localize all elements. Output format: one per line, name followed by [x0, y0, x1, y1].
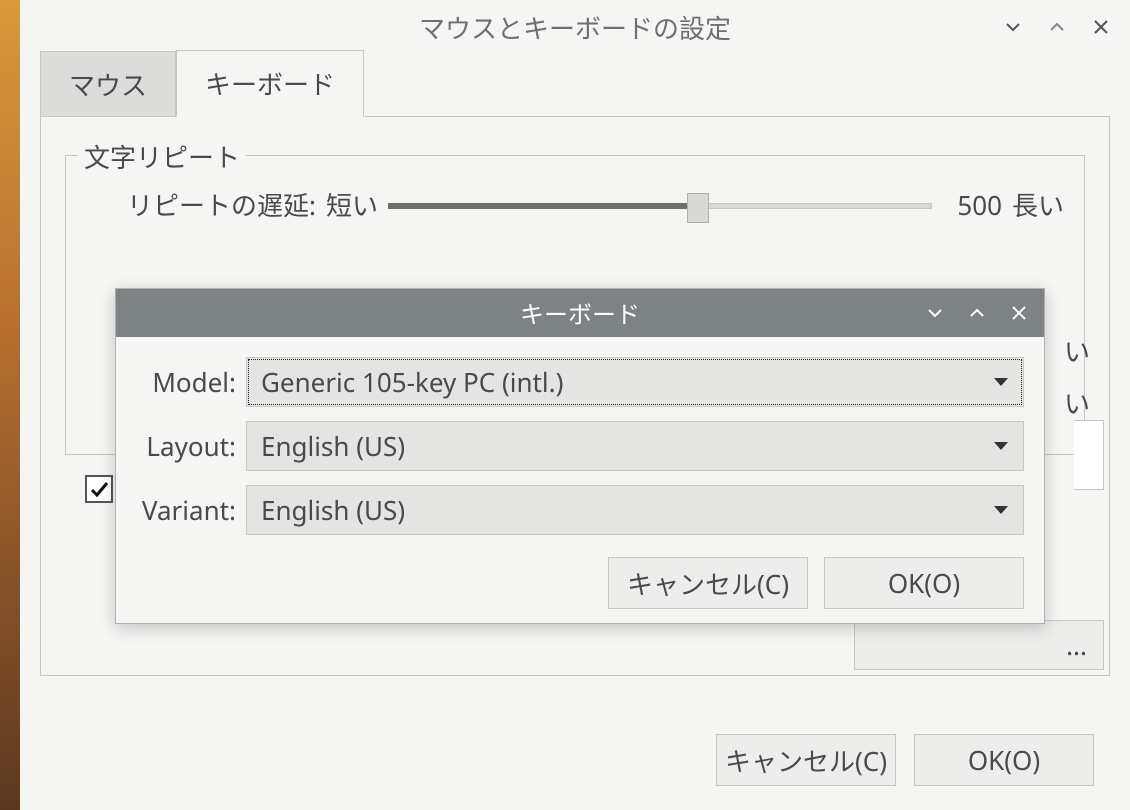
obscured-long-1: い — [1064, 332, 1090, 369]
repeat-delay-long-label: 長い — [1012, 186, 1064, 223]
obscured-long-2: い — [1064, 384, 1090, 421]
window-title: マウスとキーボードの設定 — [419, 9, 731, 46]
variant-row: Variant: English (US) — [136, 485, 1024, 535]
window-ok-button[interactable]: OK(O) — [914, 734, 1094, 786]
repeat-delay-slider[interactable] — [388, 193, 932, 217]
slider-fill — [388, 203, 687, 209]
keyboard-layout-dialog: キーボード Model: Generic 105-key PC (intl.) — [115, 288, 1045, 624]
model-value: Generic 105-key PC (intl.) — [261, 364, 563, 400]
chevron-down-icon — [993, 377, 1009, 387]
window-ok-label: OK(O) — [968, 742, 1040, 778]
obscured-layout-button[interactable]: ... — [854, 620, 1104, 670]
layout-value: English (US) — [261, 428, 405, 464]
beep-checkbox[interactable] — [85, 475, 113, 503]
dialog-cancel-button[interactable]: キャンセル(C) — [608, 557, 808, 609]
window-cancel-label: キャンセル(C) — [725, 742, 887, 779]
close-icon[interactable] — [1090, 16, 1112, 38]
chevron-down-icon — [993, 505, 1009, 515]
dialog-title: キーボード — [520, 295, 640, 331]
layout-label: Layout: — [136, 428, 246, 464]
window-controls — [1002, 0, 1112, 54]
variant-combobox[interactable]: English (US) — [246, 485, 1024, 535]
obscured-textfield[interactable] — [1074, 420, 1104, 490]
slider-thumb[interactable] — [687, 193, 709, 223]
repeat-delay-value: 500 — [942, 187, 1002, 223]
dialog-body: Model: Generic 105-key PC (intl.) Layout… — [116, 337, 1044, 623]
maximize-icon[interactable] — [1046, 16, 1068, 38]
model-label: Model: — [136, 364, 246, 400]
dialog-close-icon[interactable] — [1008, 302, 1030, 324]
dialog-cancel-label: キャンセル(C) — [627, 565, 789, 602]
dialog-window-controls — [924, 289, 1030, 337]
dialog-ok-button[interactable]: OK(O) — [824, 557, 1024, 609]
variant-value: English (US) — [261, 492, 405, 528]
dialog-maximize-icon[interactable] — [966, 302, 988, 324]
tab-mouse[interactable]: マウス — [40, 51, 176, 117]
desktop-background-strip — [0, 0, 20, 810]
layout-row: Layout: English (US) — [136, 421, 1024, 471]
repeat-delay-row: リピートの遅延: 短い 500 長い — [86, 186, 1064, 223]
repeat-delay-label: リピートの遅延: — [86, 186, 316, 223]
model-combobox[interactable]: Generic 105-key PC (intl.) — [246, 357, 1024, 407]
chevron-down-icon — [993, 441, 1009, 451]
dialog-ok-label: OK(O) — [888, 565, 960, 601]
window-cancel-button[interactable]: キャンセル(C) — [716, 734, 896, 786]
dialog-minimize-icon[interactable] — [924, 302, 946, 324]
window-titlebar: マウスとキーボードの設定 — [20, 0, 1130, 54]
model-row: Model: Generic 105-key PC (intl.) — [136, 357, 1024, 407]
repeat-delay-short-label: 短い — [326, 186, 378, 223]
tab-keyboard[interactable]: キーボード — [176, 50, 364, 117]
variant-label: Variant: — [136, 492, 246, 528]
dialog-titlebar: キーボード — [116, 289, 1044, 337]
layout-combobox[interactable]: English (US) — [246, 421, 1024, 471]
tab-strip: マウス キーボード — [20, 54, 1130, 116]
char-repeat-title: 文字リピート — [78, 138, 246, 175]
minimize-icon[interactable] — [1002, 16, 1024, 38]
window-button-row: キャンセル(C) OK(O) — [716, 734, 1094, 786]
obscured-layout-button-label: ... — [1066, 627, 1087, 663]
dialog-button-row: キャンセル(C) OK(O) — [136, 549, 1024, 609]
